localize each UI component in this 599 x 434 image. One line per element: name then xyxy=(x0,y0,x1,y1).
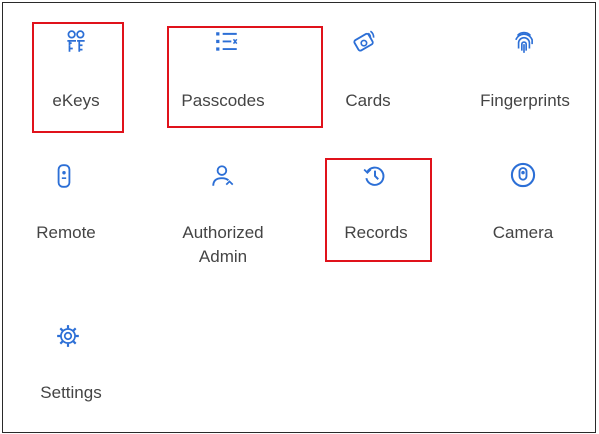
menu-item-label: Records xyxy=(344,223,408,242)
menu-item-camera[interactable]: Camera xyxy=(485,162,575,243)
menu-item-cards[interactable]: Cards xyxy=(328,29,408,110)
menu-panel: eKeys Passcodes Cards Fingerprints Remot… xyxy=(2,2,596,433)
menu-item-passcodes[interactable]: Passcodes xyxy=(168,29,318,110)
menu-item-label: Settings xyxy=(40,383,102,402)
authorized-admin-label-line1: Authorized xyxy=(182,223,264,242)
gear-icon xyxy=(57,325,79,347)
menu-item-label: eKeys xyxy=(52,91,100,110)
history-icon xyxy=(363,166,385,186)
menu-item-records[interactable]: Records xyxy=(328,163,428,243)
menu-item-label: Fingerprints xyxy=(480,91,570,110)
fingerprint-icon xyxy=(515,31,533,53)
menu-item-label: Remote xyxy=(36,223,96,242)
menu-item-ekeys[interactable]: eKeys xyxy=(31,29,121,110)
menu-item-label: Authorized Admin xyxy=(168,221,278,269)
menu-item-label: Passcodes xyxy=(181,91,265,110)
menu-item-label: Cards xyxy=(345,91,391,110)
menu-item-remote[interactable]: Remote xyxy=(31,163,121,243)
menu-item-authorized-admin[interactable]: Authorized Admin xyxy=(168,163,278,273)
remote-icon xyxy=(57,164,71,188)
menu-item-label: Camera xyxy=(492,223,554,242)
card-icon xyxy=(353,30,375,52)
authorized-admin-label-line2: Admin xyxy=(198,247,248,266)
menu-item-settings[interactable]: Settings xyxy=(31,323,121,403)
key-people-icon xyxy=(67,30,85,52)
menu-item-fingerprints[interactable]: Fingerprints xyxy=(465,29,585,110)
admin-user-icon xyxy=(212,165,234,186)
list-icon xyxy=(216,32,238,51)
camera-icon xyxy=(510,162,536,188)
